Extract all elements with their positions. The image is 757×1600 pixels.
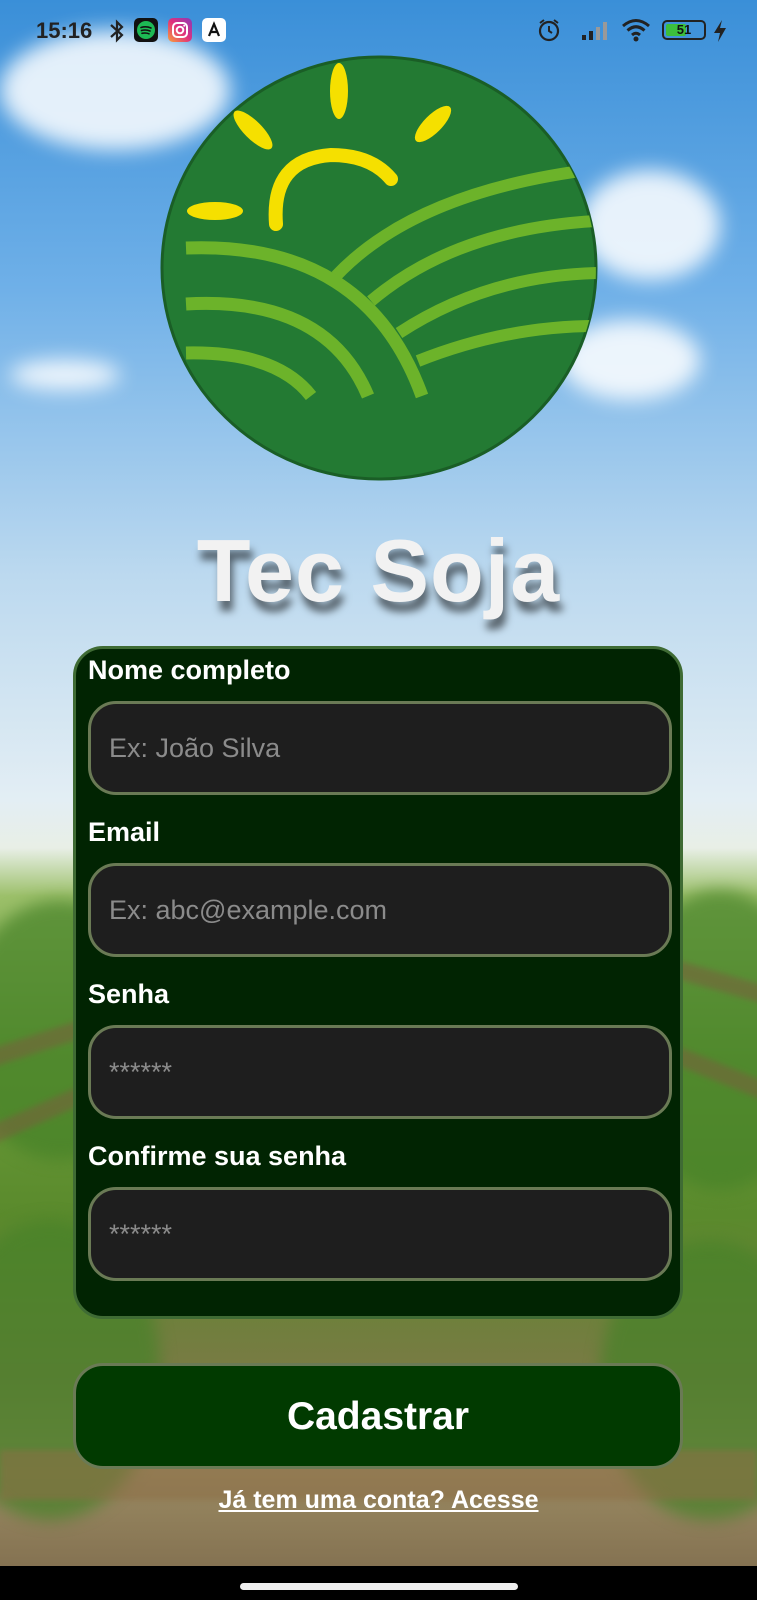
home-indicator[interactable] bbox=[240, 1583, 518, 1590]
battery-icon: 51 bbox=[662, 20, 706, 40]
confirm-password-input[interactable] bbox=[88, 1187, 672, 1281]
background-cloud bbox=[10, 360, 120, 390]
email-label: Email bbox=[88, 817, 161, 847]
app-title: Tec Soja bbox=[196, 521, 561, 620]
instagram-icon bbox=[168, 18, 192, 42]
app-icon bbox=[202, 18, 226, 42]
email-input[interactable] bbox=[88, 863, 672, 957]
wifi-icon bbox=[620, 16, 652, 49]
app-logo bbox=[156, 51, 602, 485]
bluetooth-icon bbox=[106, 18, 128, 49]
battery-level: 51 bbox=[676, 22, 692, 37]
charging-icon bbox=[712, 19, 728, 48]
signal-icon bbox=[580, 19, 610, 46]
password-input[interactable] bbox=[88, 1025, 672, 1119]
full-name-input[interactable] bbox=[88, 701, 672, 795]
signup-screen: 15:16 51 Tec Soja Nome completo Ex: João… bbox=[0, 0, 757, 1600]
spotify-icon bbox=[134, 18, 158, 42]
alarm-icon bbox=[536, 17, 562, 48]
status-time: 15:16 bbox=[36, 18, 93, 43]
signup-form: Nome completo Email Senha Confirme sua s… bbox=[73, 646, 683, 1319]
full-name-label: Nome completo bbox=[88, 655, 291, 685]
register-button[interactable]: Cadastrar bbox=[73, 1363, 683, 1469]
confirm-password-label: Confirme sua senha bbox=[88, 1141, 347, 1171]
login-link[interactable]: Já tem uma conta? Acesse bbox=[0, 1486, 757, 1515]
password-label: Senha bbox=[88, 979, 170, 1009]
